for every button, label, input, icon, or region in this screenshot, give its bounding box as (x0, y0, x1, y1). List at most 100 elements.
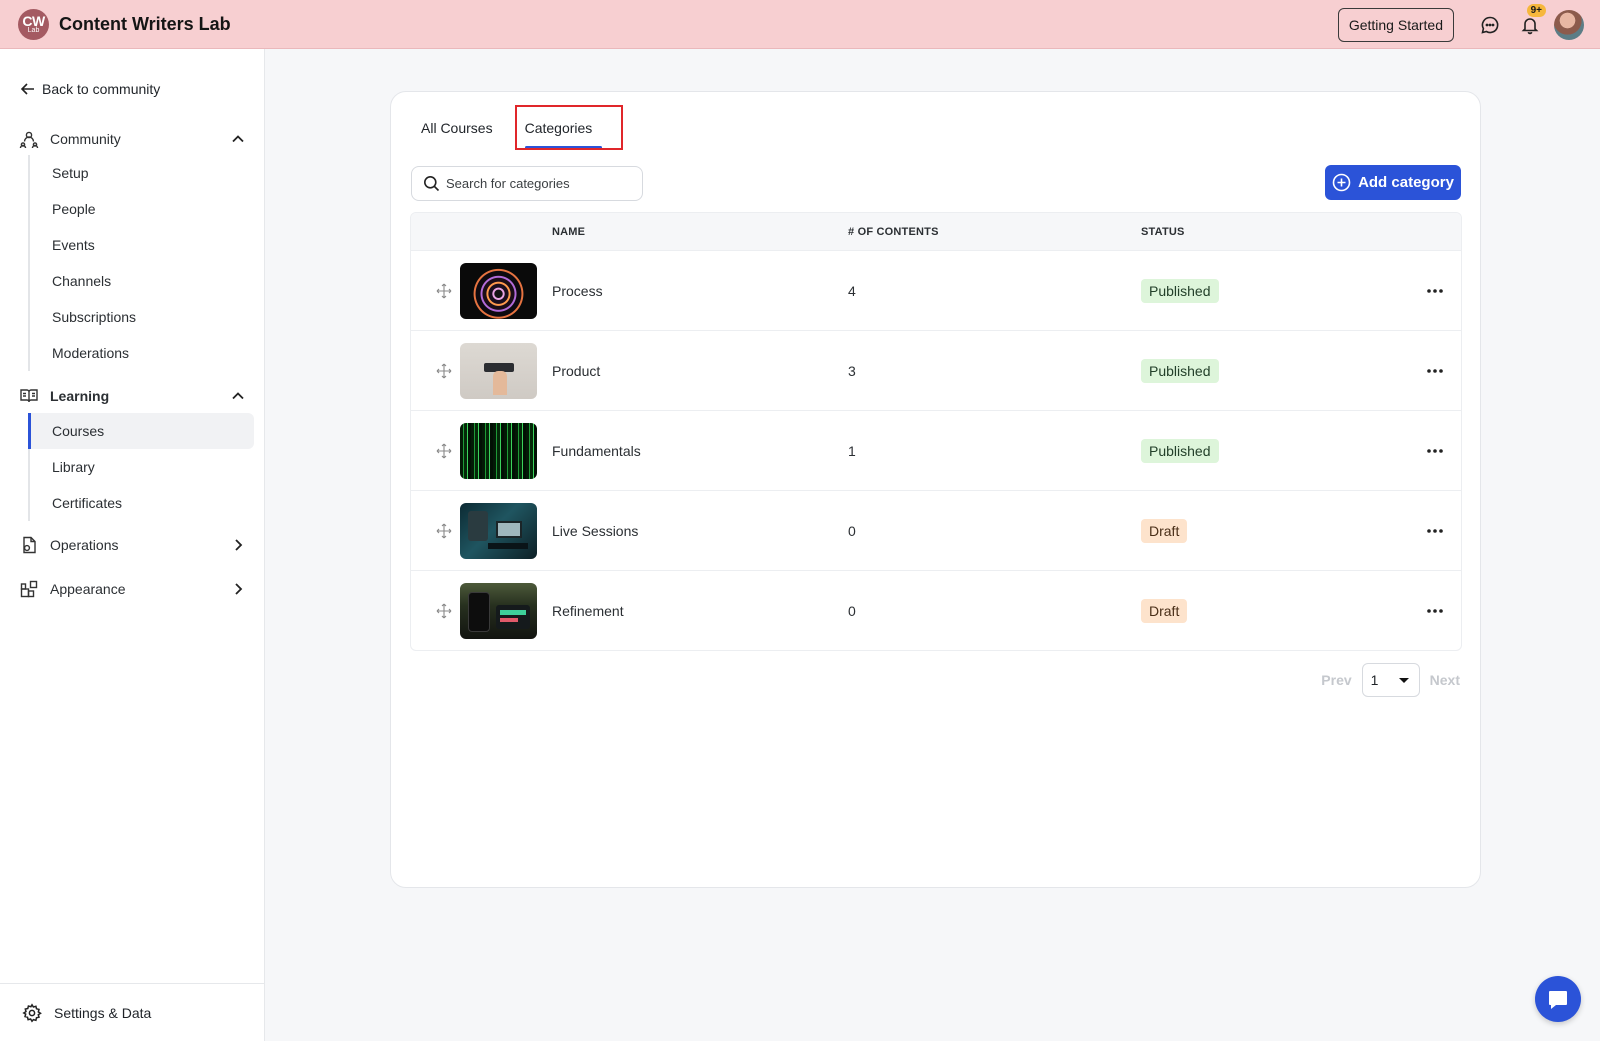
category-name: Fundamentals (552, 442, 641, 459)
bell-icon (1521, 18, 1539, 35)
tab-all-courses[interactable]: All Courses (421, 120, 493, 146)
row-more-button[interactable] (1423, 279, 1447, 303)
chevron-right-icon[interactable] (230, 537, 246, 553)
status-badge: Draft (1141, 518, 1188, 543)
chevron-right-icon[interactable] (230, 581, 246, 597)
categories-table: NAME # OF CONTENTS STATUS Process 4 Publ… (410, 212, 1462, 651)
page-select[interactable]: 1 (1361, 663, 1420, 697)
drag-handle-icon[interactable] (435, 602, 453, 620)
header-name: NAME (552, 225, 586, 238)
appearance-icon (18, 578, 40, 600)
row-more-button[interactable] (1423, 359, 1447, 383)
tab-highlight-box (515, 105, 623, 150)
category-thumbnail (460, 343, 537, 399)
search-icon (424, 176, 440, 192)
logo-subtext: Lab (27, 27, 40, 34)
category-name: Refinement (552, 602, 624, 619)
category-name: Product (552, 362, 601, 379)
header-actions: Getting Started 9+ (1337, 4, 1584, 42)
operations-label: Operations (50, 537, 119, 553)
notifications-button[interactable]: 9+ (1512, 4, 1548, 42)
chevron-up-icon[interactable] (230, 131, 246, 147)
drag-handle-icon[interactable] (435, 442, 453, 460)
book-icon (18, 385, 40, 407)
category-thumbnail (460, 423, 537, 479)
category-contents-count: 4 (848, 282, 856, 299)
appearance-label: Appearance (50, 581, 126, 597)
app-logo[interactable]: CW Lab (18, 8, 49, 40)
next-page-button[interactable]: Next (1430, 672, 1460, 688)
app-title: Content Writers Lab (59, 13, 231, 34)
sidebar-item-courses[interactable]: Courses (28, 413, 254, 449)
gear-icon (22, 1002, 42, 1022)
status-badge: Draft (1141, 598, 1188, 623)
chevron-up-icon[interactable] (230, 388, 246, 404)
category-name: Process (552, 282, 603, 299)
back-label: Back to community (42, 81, 161, 97)
operations-icon (18, 534, 40, 556)
sidebar-item-certificates[interactable]: Certificates (30, 485, 254, 521)
more-horizontal-icon (1427, 369, 1443, 373)
drag-handle-icon[interactable] (435, 362, 453, 380)
table-row[interactable]: Live Sessions 0 Draft (411, 490, 1461, 570)
learning-subitems: Courses Library Certificates (28, 413, 254, 521)
sidebar-item-channels[interactable]: Channels (30, 263, 254, 299)
top-header: CW Lab Content Writers Lab Getting Start… (0, 0, 1600, 49)
table-row[interactable]: Product 3 Published (411, 330, 1461, 410)
sidebar-item-people[interactable]: People (30, 191, 254, 227)
settings-label: Settings & Data (54, 1004, 152, 1021)
categories-card: All Courses Categories Add category NAME… (390, 91, 1481, 888)
sidebar-section-learning[interactable]: Learning (18, 381, 246, 411)
header-contents: # OF CONTENTS (848, 225, 939, 238)
more-horizontal-icon (1427, 289, 1443, 293)
getting-started-button[interactable]: Getting Started (1337, 8, 1454, 42)
add-category-button[interactable]: Add category (1325, 165, 1461, 200)
messages-button[interactable] (1472, 8, 1508, 42)
sidebar-item-library[interactable]: Library (30, 449, 254, 485)
category-thumbnail (460, 503, 537, 559)
header-status: STATUS (1141, 225, 1185, 238)
user-avatar[interactable] (1554, 10, 1584, 40)
plus-circle-icon (1332, 173, 1351, 192)
table-row[interactable]: Refinement 0 Draft (411, 570, 1461, 650)
sidebar: Back to community Community Setup People… (0, 49, 265, 1041)
sidebar-item-setup[interactable]: Setup (30, 155, 254, 191)
status-badge: Published (1141, 358, 1219, 383)
pagination: Prev 1 Next (1321, 663, 1460, 697)
notification-badge: 9+ (1526, 4, 1546, 17)
support-chat-button[interactable] (1535, 976, 1581, 1022)
category-thumbnail (460, 263, 537, 319)
row-more-button[interactable] (1423, 439, 1447, 463)
table-header: NAME # OF CONTENTS STATUS (411, 213, 1461, 250)
table-row[interactable]: Process 4 Published (411, 250, 1461, 330)
learning-label: Learning (50, 388, 110, 404)
arrow-left-icon (20, 83, 34, 95)
sidebar-item-moderations[interactable]: Moderations (30, 335, 254, 371)
more-horizontal-icon (1427, 609, 1443, 613)
back-to-community-link[interactable]: Back to community (20, 81, 160, 97)
row-more-button[interactable] (1423, 599, 1447, 623)
community-icon (18, 128, 40, 150)
category-name: Live Sessions (552, 522, 639, 539)
sidebar-section-operations[interactable]: Operations (18, 530, 246, 560)
row-more-button[interactable] (1423, 519, 1447, 543)
sidebar-item-events[interactable]: Events (30, 227, 254, 263)
sidebar-section-community[interactable]: Community (18, 124, 246, 154)
sidebar-item-subscriptions[interactable]: Subscriptions (30, 299, 254, 335)
search-input[interactable] (446, 176, 636, 191)
more-horizontal-icon (1427, 529, 1443, 533)
chat-icon (1549, 991, 1567, 1009)
community-subitems: Setup People Events Channels Subscriptio… (28, 155, 254, 371)
category-search[interactable] (411, 166, 643, 201)
drag-handle-icon[interactable] (435, 522, 453, 540)
settings-and-data-link[interactable]: Settings & Data (0, 983, 264, 1041)
category-contents-count: 3 (848, 362, 856, 379)
status-badge: Published (1141, 278, 1219, 303)
page-select-value: 1 (1370, 672, 1379, 688)
category-thumbnail (460, 583, 537, 639)
prev-page-button[interactable]: Prev (1321, 672, 1351, 688)
table-row[interactable]: Fundamentals 1 Published (411, 410, 1461, 490)
status-badge: Published (1141, 438, 1219, 463)
drag-handle-icon[interactable] (435, 282, 453, 300)
sidebar-section-appearance[interactable]: Appearance (18, 574, 246, 604)
